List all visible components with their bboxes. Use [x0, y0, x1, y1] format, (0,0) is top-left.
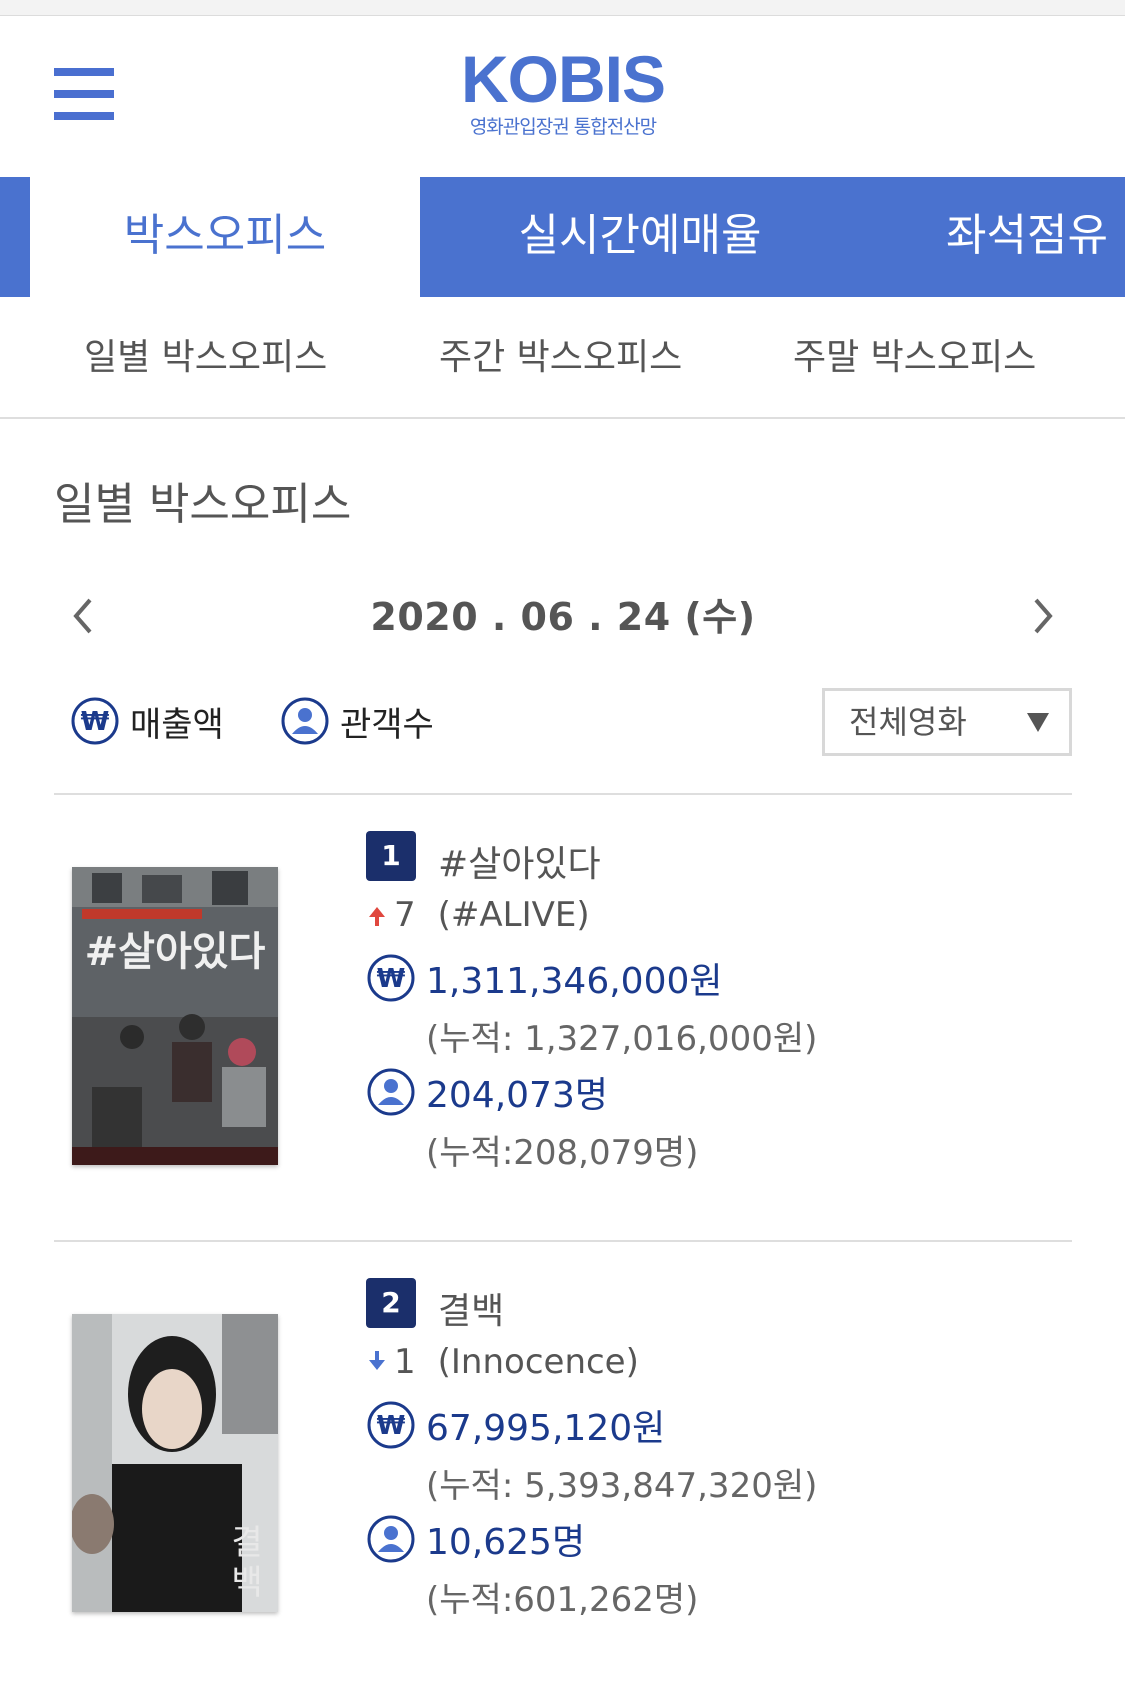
arrow-down-icon — [369, 1351, 385, 1370]
audience-stat: 204,073명 — [366, 1067, 608, 1117]
svg-text:₩: ₩ — [377, 1411, 406, 1441]
main-tabs: 박스오피스 실시간예매율 좌석점유 — [0, 177, 1125, 297]
status-strip — [0, 0, 1125, 16]
audience-value: 10,625명 — [426, 1522, 586, 1563]
svg-text:결: 결 — [231, 1523, 262, 1563]
logo[interactable]: KOBIS 영화관입장권 통합전산망 — [440, 42, 686, 138]
rank-badge: 2 — [366, 1278, 416, 1328]
won-icon: ₩ — [71, 697, 119, 745]
rank-change-value: 7 — [394, 895, 416, 935]
audience-total: (누적:208,079명) — [426, 1133, 699, 1173]
rank-change-value: 1 — [394, 1342, 416, 1382]
select-value: 전체영화 — [849, 703, 967, 741]
header: KOBIS 영화관입장권 통합전산망 — [0, 16, 1125, 177]
sub-tabs: 일별 박스오피스 주간 박스오피스 주말 박스오피스 — [0, 297, 1125, 419]
movie-title-en: (Innocence) — [437, 1342, 639, 1382]
person-icon — [281, 697, 329, 745]
revenue-total: (누적: 5,393,847,320원) — [426, 1466, 818, 1506]
won-icon: ₩ — [367, 1401, 415, 1449]
page-title: 일별 박스오피스 — [54, 479, 352, 530]
tab-realtime-reservation[interactable]: 실시간예매율 — [420, 177, 860, 297]
audience-toggle[interactable]: 관객수 — [280, 696, 434, 746]
logo-subtitle: 영화관입장권 통합전산망 — [469, 116, 657, 138]
movie-title[interactable]: 결백 — [438, 1282, 504, 1334]
person-icon — [367, 1515, 415, 1563]
revenue-stat: ₩ 1,311,346,000원 — [366, 953, 723, 1003]
list-item[interactable]: 결 백 2 결백 1 (Innocence) ₩ 67,995,120원 (누적… — [54, 1242, 1072, 1681]
date-display: 2020 . 06 . 24 (수) — [370, 595, 756, 639]
sub-tab-daily[interactable]: 일별 박스오피스 — [84, 297, 327, 419]
rank-change: 7 (#ALIVE) — [366, 893, 590, 937]
revenue-label: 매출액 — [130, 704, 224, 745]
poster-image[interactable]: #살아있다 — [72, 867, 278, 1165]
rank-badge: 1 — [366, 831, 416, 881]
person-icon — [367, 1068, 415, 1116]
movie-filter-select[interactable]: 전체영화 — [822, 688, 1072, 756]
svg-text:백: 백 — [231, 1563, 262, 1603]
sub-tab-weekly[interactable]: 주간 박스오피스 — [439, 297, 682, 419]
revenue-value: 67,995,120원 — [426, 1408, 666, 1449]
filter-bar: ₩ 매출액 관객수 전체영화 — [54, 688, 1072, 758]
audience-value: 204,073명 — [426, 1075, 608, 1116]
audience-stat: 10,625명 — [366, 1514, 585, 1564]
revenue-toggle[interactable]: ₩ 매출액 — [70, 696, 224, 746]
arrow-up-icon — [369, 907, 385, 926]
svg-text:#살아있다: #살아있다 — [85, 929, 266, 975]
tab-boxoffice[interactable]: 박스오피스 — [30, 177, 420, 297]
revenue-total: (누적: 1,327,016,000원) — [426, 1019, 818, 1059]
caret-down-icon — [1027, 713, 1049, 732]
rank-change: 1 (Innocence) — [366, 1340, 639, 1384]
movie-title[interactable]: #살아있다 — [438, 835, 601, 887]
poster-image[interactable]: 결 백 — [72, 1314, 278, 1612]
date-navigator: 2020 . 06 . 24 (수) — [54, 580, 1072, 650]
svg-text:₩: ₩ — [377, 964, 406, 994]
tab-seat-occupancy[interactable]: 좌석점유 — [900, 177, 1125, 297]
won-icon: ₩ — [367, 954, 415, 1002]
sub-tab-weekend[interactable]: 주말 박스오피스 — [793, 297, 1036, 419]
audience-total: (누적:601,262명) — [426, 1580, 699, 1620]
list-item[interactable]: #살아있다 1 #살아있다 7 (#ALIVE) ₩ 1,311,346,000… — [54, 795, 1072, 1235]
movie-title-en: (#ALIVE) — [437, 895, 590, 935]
menu-icon[interactable] — [54, 68, 114, 120]
logo-title: KOBIS — [460, 42, 666, 116]
audience-label: 관객수 — [340, 704, 434, 745]
svg-text:₩: ₩ — [81, 707, 110, 737]
chevron-right-icon[interactable] — [1022, 594, 1062, 638]
revenue-value: 1,311,346,000원 — [426, 961, 723, 1002]
revenue-stat: ₩ 67,995,120원 — [366, 1400, 665, 1450]
